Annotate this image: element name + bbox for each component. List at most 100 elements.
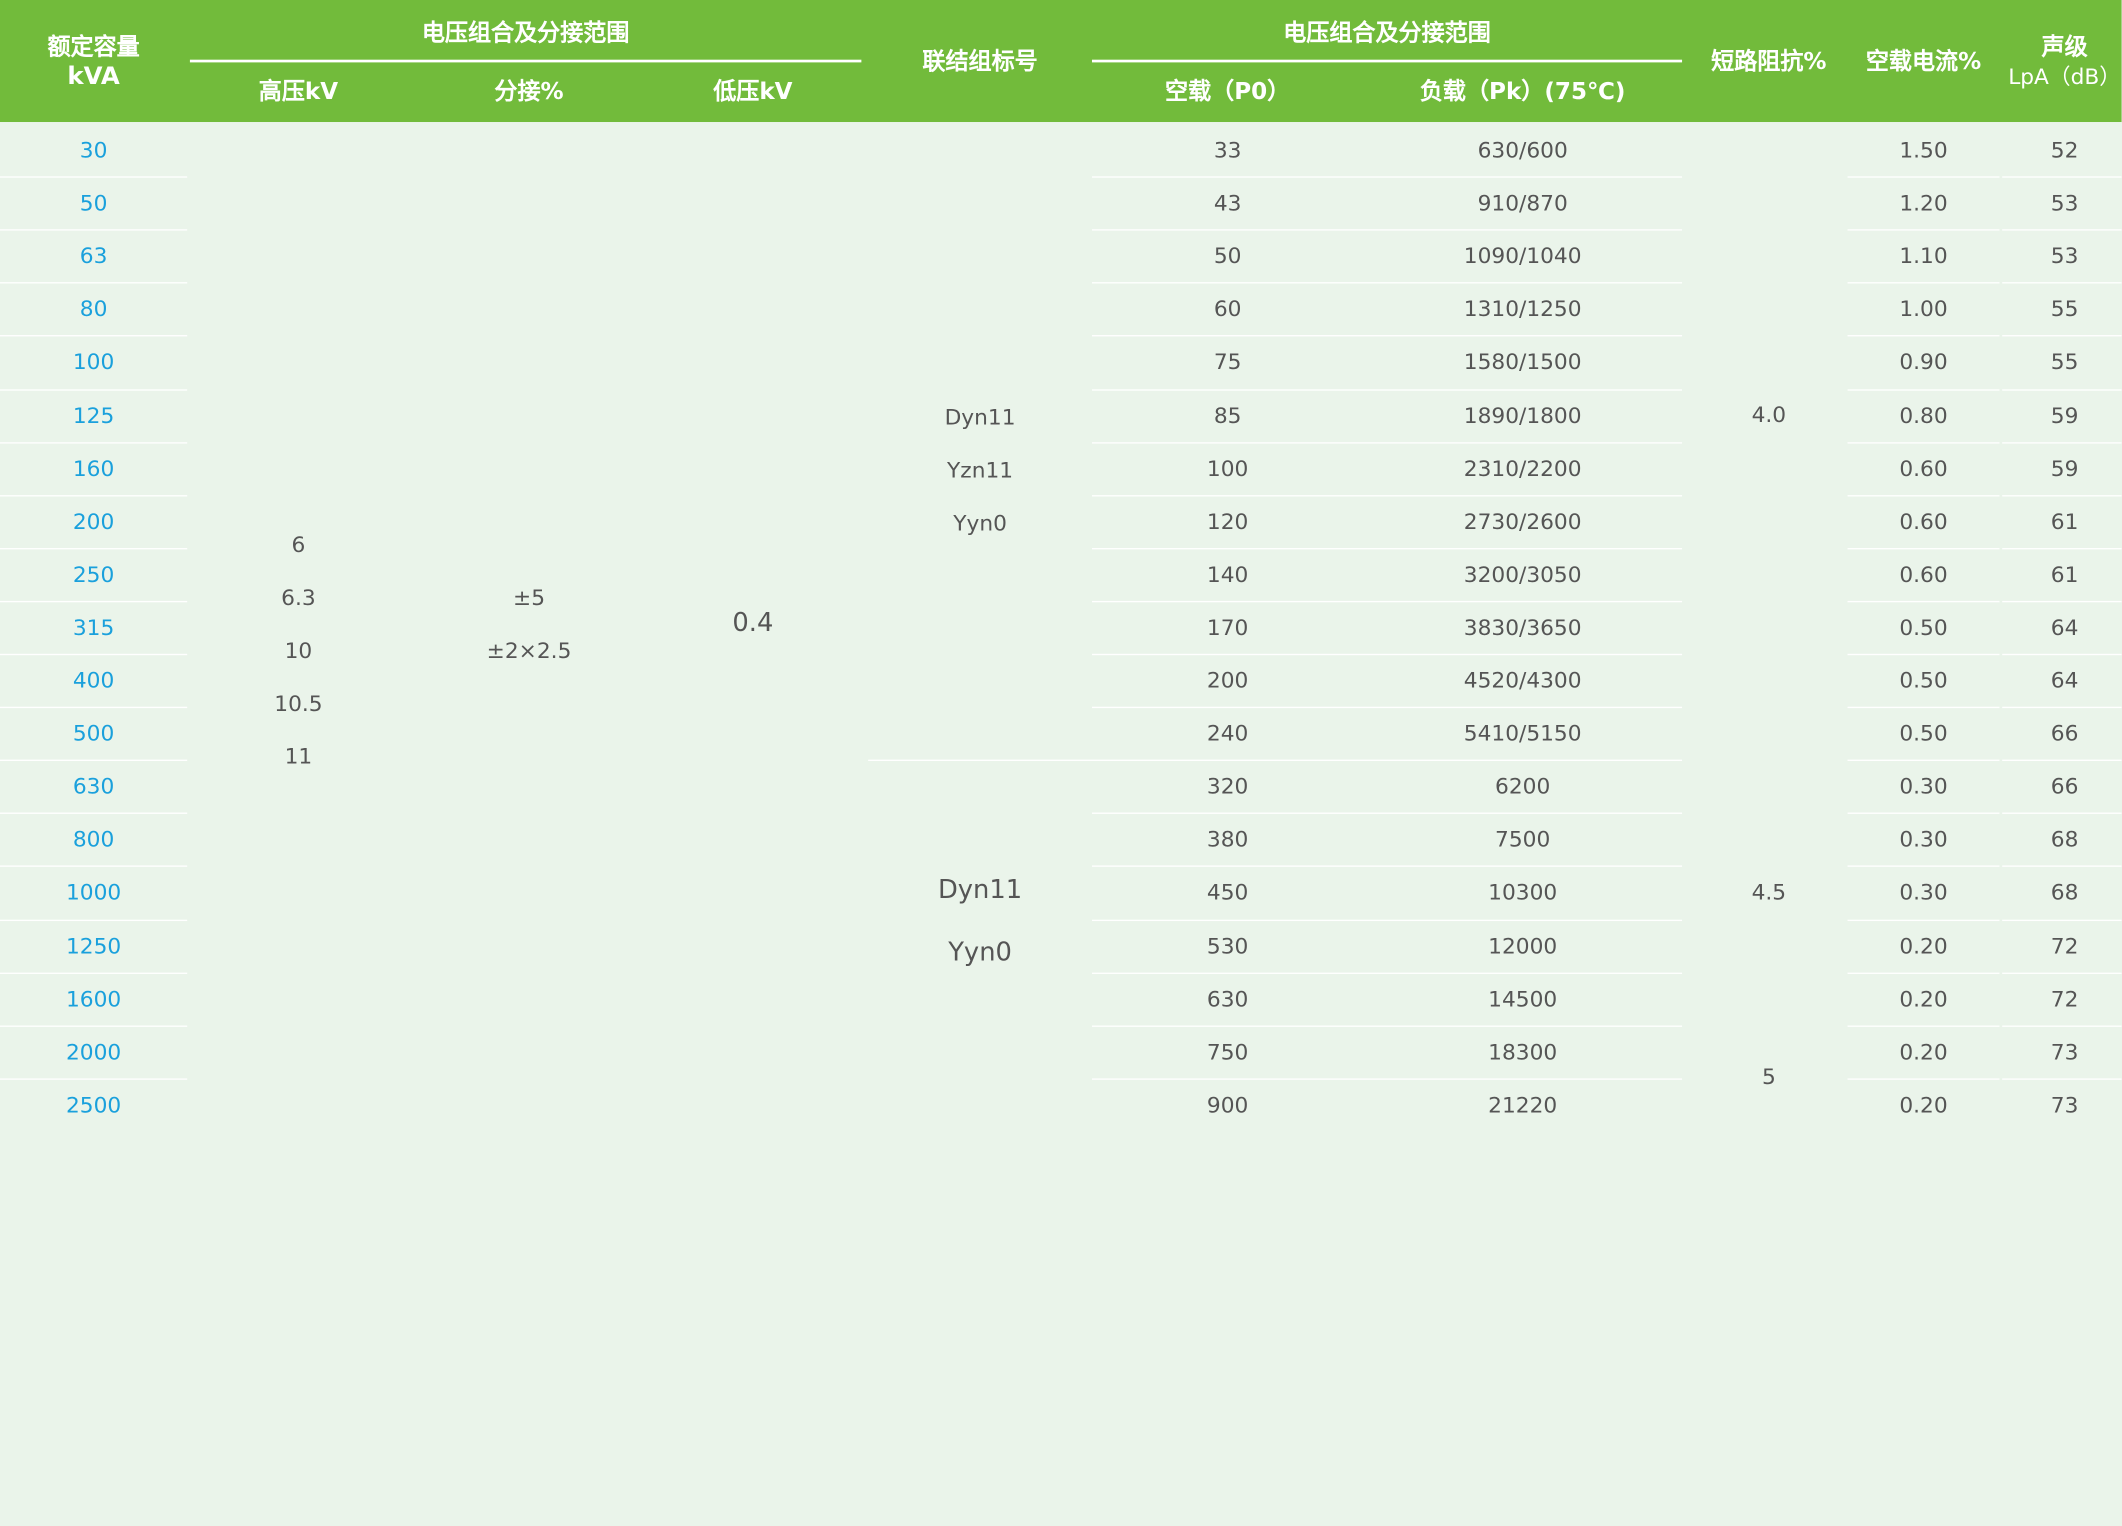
cell-no-load-current: 0.20: [1899, 985, 1948, 1012]
cell-no-load: 900: [1206, 1091, 1249, 1118]
cell-load: 630/600: [1477, 137, 1568, 163]
cell-no-load: 60: [1213, 296, 1242, 322]
cell-noise: 61: [2050, 508, 2079, 535]
cell-noise: 72: [2050, 985, 2079, 1012]
cell-no-load-current: 0.50: [1899, 667, 1948, 694]
header-divider-2: [1091, 59, 1683, 63]
cell-no-load: 380: [1206, 826, 1249, 853]
cell-noise: 73: [2050, 1091, 2079, 1118]
cell-noise: 52: [2050, 137, 2079, 163]
hv-value: 6.3: [281, 584, 316, 611]
lv-value-text: 0.4: [732, 607, 774, 638]
cell-no-load-current: 0.30: [1899, 826, 1948, 853]
cell-no-load-current: 1.50: [1899, 137, 1948, 163]
cell-capacity: 800: [72, 826, 115, 853]
cell-no-load: 43: [1213, 190, 1242, 216]
tap-value: ±2×2.5: [486, 637, 572, 664]
cell-no-load-current: 1.00: [1899, 296, 1948, 322]
cell-no-load: 100: [1206, 455, 1249, 482]
spec-table-page: 额定容量 kVA 电压组合及分接范围 高压kV 分接% 低压kV 联结组标号 电…: [0, 0, 2122, 1526]
cell-capacity: 63: [79, 243, 108, 269]
cell-capacity: 100: [72, 349, 115, 375]
tap-value: ±5: [513, 584, 546, 611]
cell-capacity: 80: [79, 296, 108, 322]
cell-no-load: 450: [1206, 879, 1249, 906]
cell-load: 4520/4300: [1463, 667, 1582, 694]
cell-capacity: 400: [72, 667, 115, 694]
header-noise-line1: 声级: [2041, 33, 2088, 62]
vector-group-b: Dyn11 Yyn0: [868, 859, 1092, 984]
cell-load: 12000: [1488, 932, 1558, 959]
header-no-load-current: 空载电流%: [1865, 48, 1982, 76]
cell-noise: 53: [2050, 190, 2079, 216]
hv-value: 6: [291, 531, 306, 558]
cell-load: 910/870: [1477, 190, 1568, 216]
cell-no-load: 240: [1206, 720, 1249, 747]
cell-noise: 66: [2050, 773, 2079, 800]
cell-no-load: 320: [1206, 773, 1249, 800]
hv-value: 10: [284, 637, 313, 664]
cell-load: 1890/1800: [1463, 402, 1582, 428]
cell-load: 2310/2200: [1463, 455, 1582, 482]
vector-group-value: Yzn11: [947, 457, 1014, 483]
hv-value: 11: [284, 743, 313, 770]
cell-load: 2730/2600: [1463, 508, 1582, 535]
cell-no-load: 200: [1206, 667, 1249, 694]
cell-no-load-current: 0.60: [1899, 508, 1948, 535]
header-voltage-group-2: 电压组合及分接范围: [1283, 20, 1491, 48]
cell-no-load: 530: [1206, 932, 1249, 959]
cell-noise: 68: [2050, 879, 2079, 906]
hv-values: 6 6.3 10 10.5 11: [190, 518, 407, 783]
vector-group-value: Dyn11: [937, 874, 1023, 905]
vector-group-value: Yyn0: [948, 937, 1012, 968]
impedance-c: 5: [1682, 1050, 1856, 1103]
cell-no-load: 140: [1206, 561, 1249, 588]
cell-capacity: 1600: [65, 985, 122, 1012]
cell-noise: 61: [2050, 561, 2079, 588]
header-capacity: 额定容量 kVA: [0, 33, 187, 93]
cell-no-load-current: 0.30: [1899, 773, 1948, 800]
cell-load: 5410/5150: [1463, 720, 1582, 747]
tap-values: ±5 ±2×2.5: [421, 571, 638, 677]
cell-no-load-current: 0.30: [1899, 879, 1948, 906]
hv-value: 10.5: [274, 690, 323, 717]
cell-capacity: 315: [72, 614, 115, 641]
cell-load: 1310/1250: [1463, 296, 1582, 322]
cell-no-load: 630: [1206, 985, 1249, 1012]
vector-group-a: Dyn11 Yzn11 Yyn0: [868, 391, 1092, 550]
header-noise-line2: LpA（dB）: [2008, 63, 2121, 90]
cell-load: 3200/3050: [1463, 561, 1582, 588]
cell-no-load: 50: [1213, 243, 1242, 269]
cell-capacity: 630: [72, 773, 115, 800]
cell-capacity: 250: [72, 561, 115, 588]
header-noise: 声级 LpA（dB）: [2002, 33, 2122, 93]
cell-noise: 55: [2050, 296, 2079, 322]
cell-capacity: 500: [72, 720, 115, 747]
header-voltage-group-1: 电压组合及分接范围: [421, 20, 630, 48]
header-capacity-line1: 额定容量: [47, 33, 140, 62]
vector-group-value: Yyn0: [953, 510, 1007, 536]
cell-load: 21220: [1488, 1091, 1558, 1118]
cell-noise: 59: [2050, 455, 2079, 482]
cell-no-load: 120: [1206, 508, 1249, 535]
cell-no-load-current: 0.50: [1899, 614, 1948, 641]
cell-capacity: 125: [72, 402, 115, 428]
header-tap: 分接%: [494, 78, 564, 106]
cell-capacity: 200: [72, 508, 115, 535]
cell-no-load-current: 0.80: [1899, 402, 1948, 428]
spec-table: 额定容量 kVA 电压组合及分接范围 高压kV 分接% 低压kV 联结组标号 电…: [0, 0, 2122, 1125]
cell-no-load: 750: [1206, 1038, 1249, 1065]
cell-no-load-current: 0.60: [1899, 455, 1948, 482]
impedance-value: 4.5: [1751, 879, 1787, 905]
cell-no-load-current: 0.50: [1899, 720, 1948, 747]
header-no-load: 空载（P0）: [1165, 78, 1291, 106]
cell-no-load-current: 0.60: [1899, 561, 1948, 588]
header-impedance: 短路阻抗%: [1711, 48, 1827, 76]
cell-capacity: 160: [72, 455, 115, 482]
header-divider-1: [189, 59, 862, 63]
cell-noise: 64: [2050, 667, 2079, 694]
cell-noise: 72: [2050, 932, 2079, 959]
cell-no-load-current: 0.90: [1899, 349, 1948, 375]
cell-load: 14500: [1488, 985, 1558, 1012]
header-hv: 高压kV: [258, 78, 339, 106]
